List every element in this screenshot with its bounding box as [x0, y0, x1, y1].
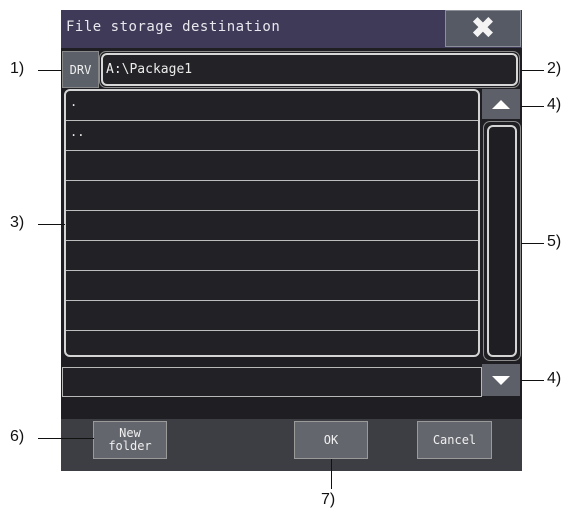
path-field[interactable]: A:\Package1 [101, 53, 518, 86]
list-item[interactable]: .. [66, 121, 478, 151]
scroll-down-button[interactable] [482, 364, 520, 396]
triangle-up-icon [492, 99, 510, 109]
callout-leader [38, 224, 65, 225]
list-item[interactable] [66, 301, 478, 331]
file-list[interactable]: . .. [64, 89, 480, 357]
list-item[interactable]: . [66, 91, 478, 121]
callout-leader [521, 106, 544, 107]
list-item[interactable] [62, 367, 482, 397]
close-icon: ✖ [470, 10, 496, 46]
scrollbar-thumb[interactable] [487, 125, 517, 357]
callout-4-top: 4) [547, 96, 562, 113]
callout-5: 5) [547, 233, 562, 250]
new-folder-label: New folder [108, 426, 152, 453]
callout-leader [521, 380, 544, 381]
list-item[interactable] [66, 271, 478, 301]
callout-2: 2) [547, 60, 562, 77]
dialog-title: File storage destination [66, 19, 281, 35]
callout-3: 3) [10, 214, 25, 231]
path-text: A:\Package1 [106, 62, 193, 77]
callout-4-bottom: 4) [547, 370, 562, 387]
new-folder-button[interactable]: New folder [93, 421, 167, 459]
cancel-button[interactable]: Cancel [417, 421, 492, 459]
triangle-down-icon [492, 375, 510, 385]
list-item[interactable] [66, 331, 478, 355]
scroll-up-button[interactable] [482, 89, 520, 119]
callout-leader [38, 438, 94, 439]
drive-button[interactable]: DRV [62, 51, 99, 88]
callout-leader [38, 70, 62, 71]
list-item[interactable] [66, 211, 478, 241]
callout-leader [521, 70, 544, 71]
ok-button[interactable]: OK [294, 421, 368, 459]
list-item[interactable] [66, 181, 478, 211]
callout-1: 1) [10, 60, 25, 77]
close-button[interactable]: ✖ [445, 10, 521, 47]
callout-leader [521, 243, 544, 244]
callout-6: 6) [10, 428, 25, 445]
callout-7: 7) [321, 491, 336, 508]
list-item[interactable] [66, 241, 478, 271]
callout-leader [331, 459, 332, 489]
list-item[interactable] [66, 151, 478, 181]
